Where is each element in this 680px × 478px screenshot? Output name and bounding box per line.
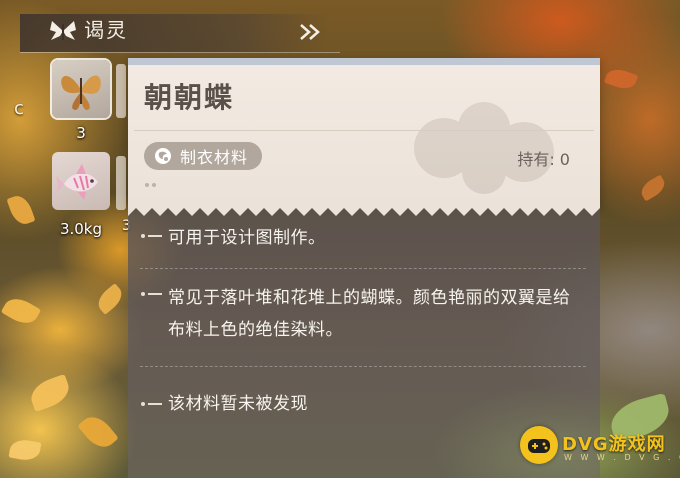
dots-icon [145,183,156,187]
page-title: 谒灵 [84,18,128,42]
leaf-decoration [603,65,639,93]
gamepad-icon [520,426,558,464]
double-chevron-right-icon[interactable] [298,22,324,42]
item-thumbnail [52,60,110,118]
item-detail-card: 朝朝蝶 制衣材料 持有: 0 可用于设计图制作。 常见于落叶堆和花堆上的蝴蝶。颜… [128,58,600,478]
item-count: 3 [76,124,86,142]
leaf-decoration [637,174,669,202]
site-watermark: DVG游戏网 W W W . D V G . C N [520,424,680,470]
description-paragraph: 常见于落叶堆和花堆上的蝴蝶。颜色艳丽的双翼是给布料上色的绝佳染料。 [168,288,571,340]
leaf-decoration [6,192,36,228]
item-slot-fish[interactable]: 3.0kg [52,152,110,238]
item-slot-butterfly[interactable]: 3 [52,60,110,144]
leaf-decoration [93,283,127,315]
partial-edge-text: c [14,98,24,119]
butterfly-icon [61,75,101,110]
bullet-icon [141,234,162,238]
item-title: 朝朝蝶 [144,81,235,114]
item-count: 3.0kg [59,220,103,238]
discovery-status: 该材料暂未被发现 [168,394,308,414]
owned-count: 持有: 0 [517,150,570,169]
title-divider [134,130,594,131]
category-label: 制衣材料 [180,148,249,167]
card-accent-bar [128,58,600,65]
fish-icon [56,164,98,200]
zigzag-divider [128,200,600,216]
butterfly-emblem-icon [50,21,76,40]
bullet-icon [141,292,162,296]
header-divider [20,52,340,53]
leaf-decoration [77,410,119,454]
flower-ornament-icon [414,102,554,194]
description-line: 可用于设计图制作。 [168,228,326,248]
material-icon [155,148,171,164]
partial-item-slot[interactable] [116,156,126,210]
item-thumbnail [52,152,110,210]
description-divider [140,366,586,367]
description-divider [140,268,586,269]
leaf-decoration [8,437,42,463]
category-badge: 制衣材料 [144,142,263,170]
leaf-decoration [26,373,74,413]
watermark-subtext: W W W . D V G . C N [564,453,680,462]
bullet-icon [141,402,162,406]
leaf-decoration [0,292,42,330]
partial-item-slot[interactable] [116,64,126,118]
